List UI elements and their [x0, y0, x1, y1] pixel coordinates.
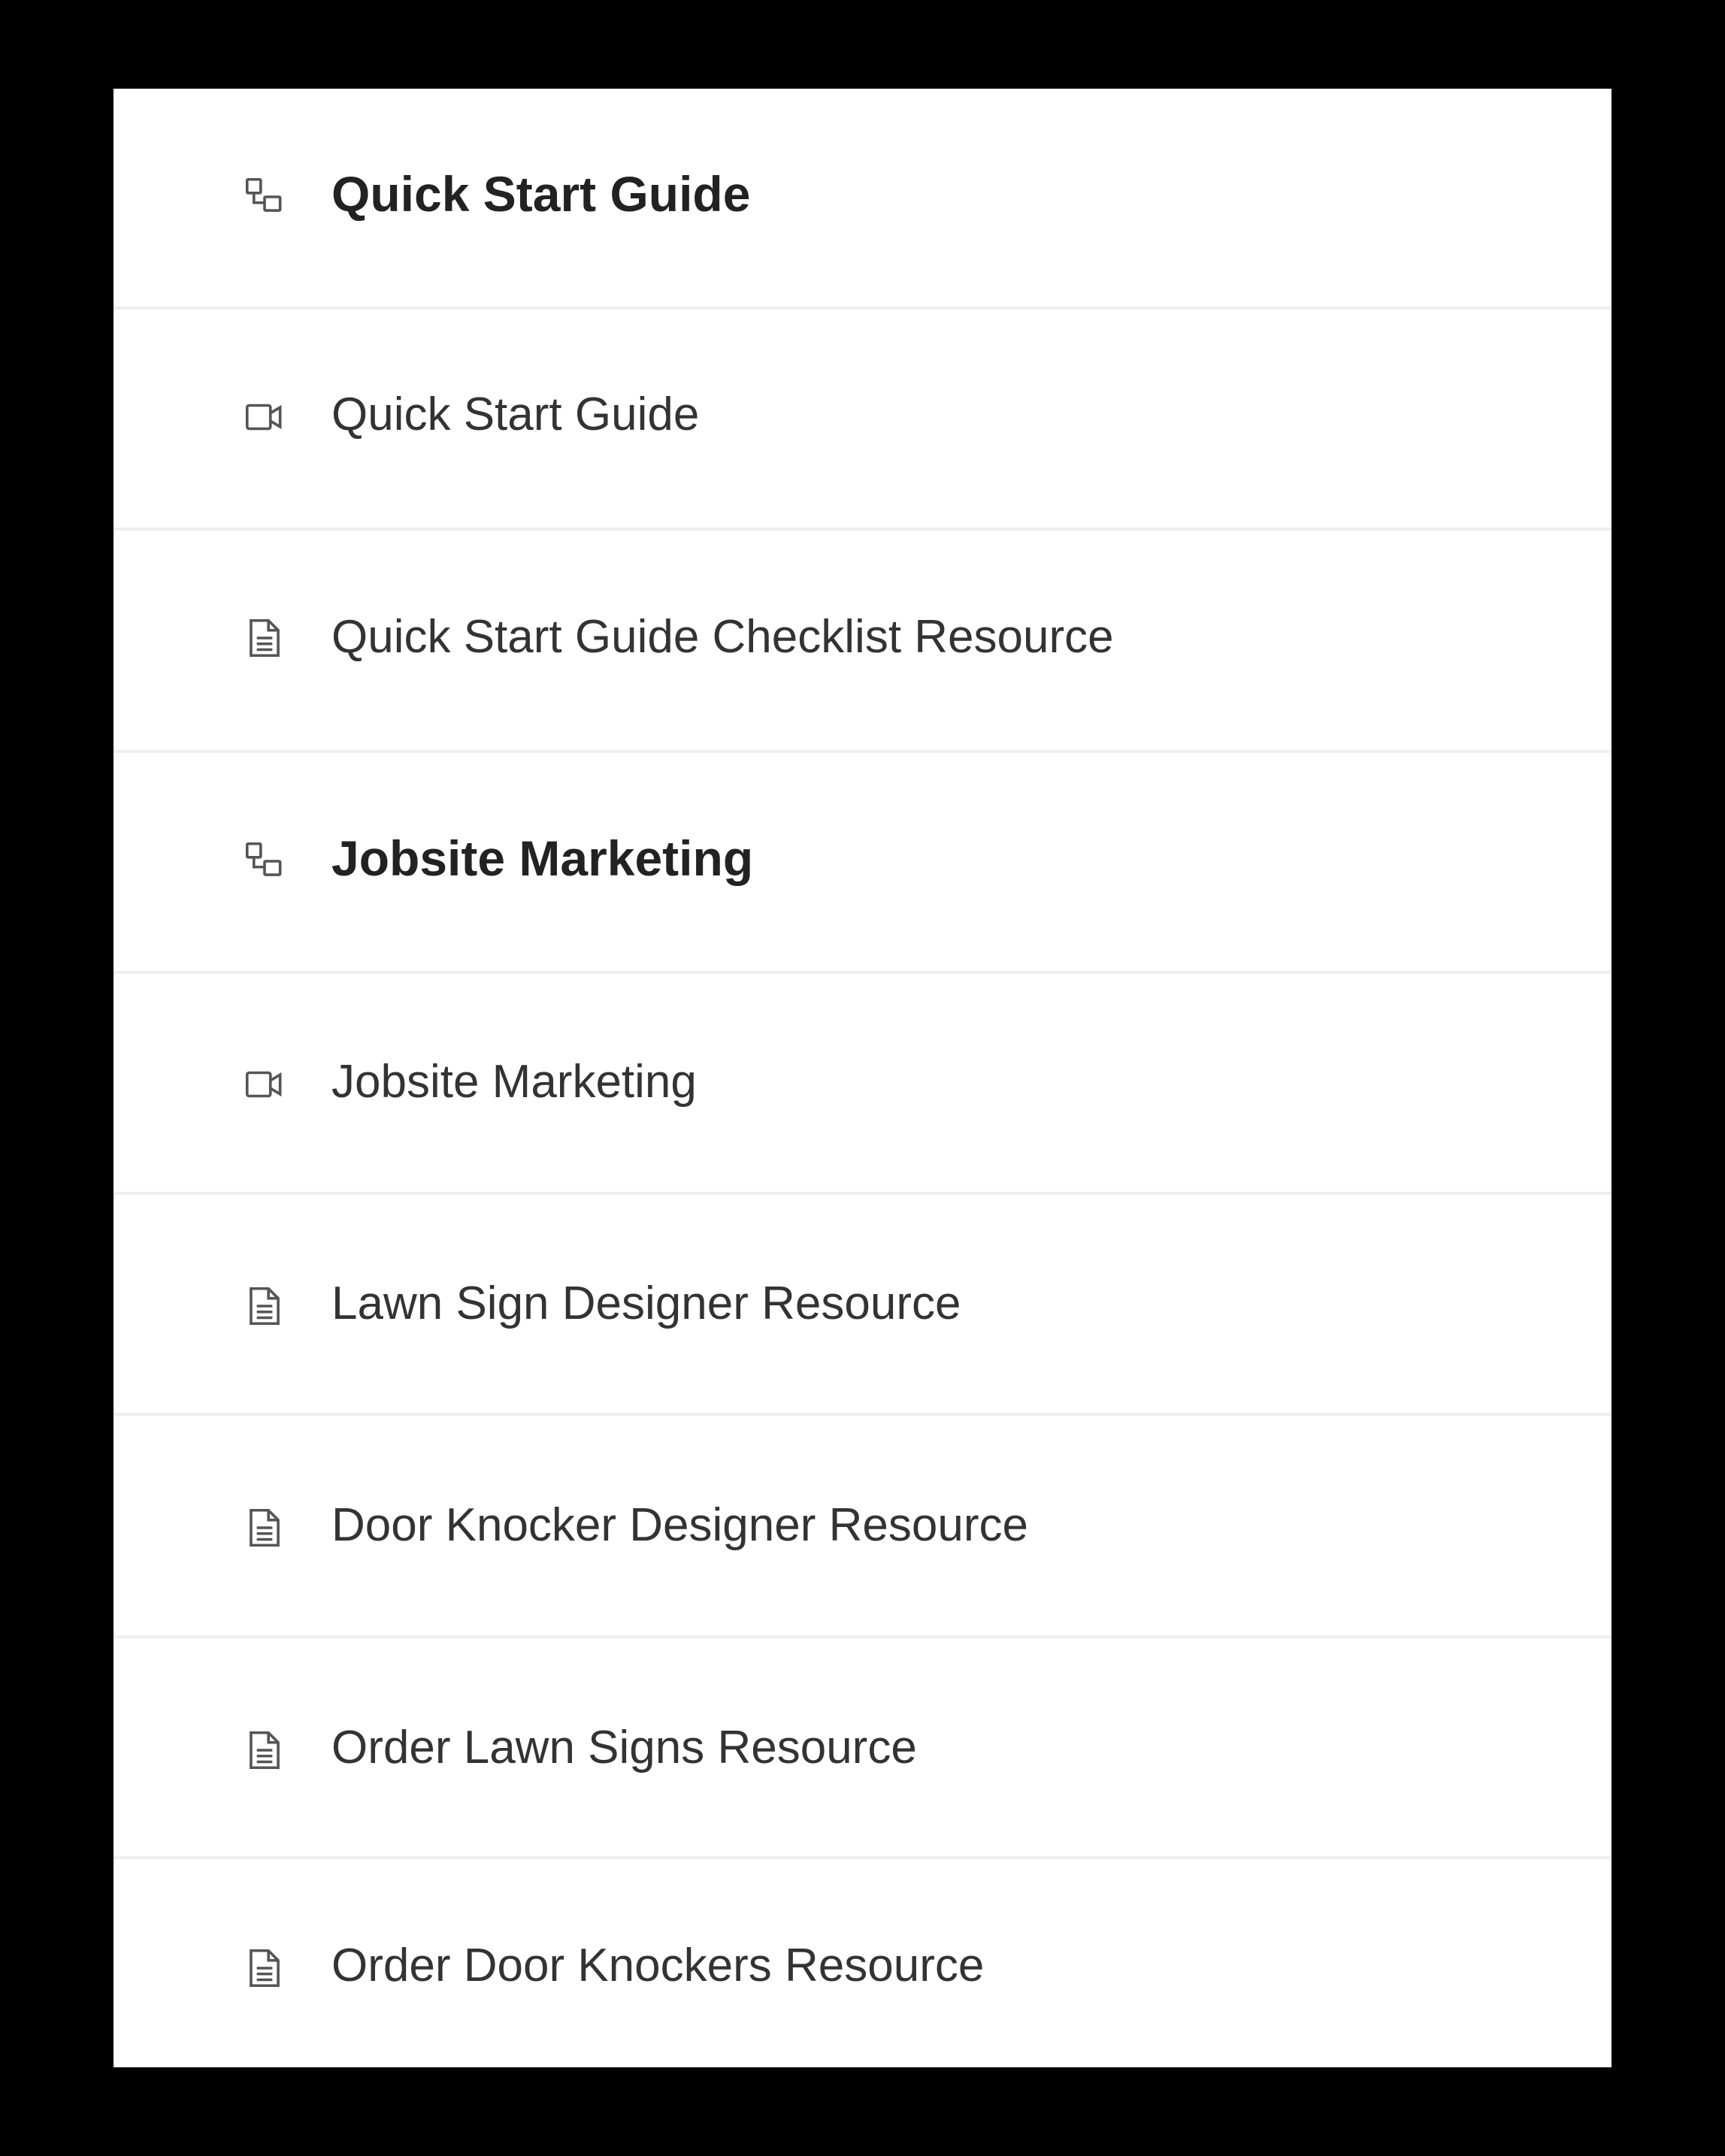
lesson-title: Order Door Knockers Resource: [331, 1940, 985, 1991]
lesson-title: Quick Start Guide Checklist Resource: [331, 611, 1114, 663]
curriculum-lesson-document[interactable]: Order Lawn Signs Resource: [113, 1638, 1612, 1859]
document-icon: [241, 1283, 288, 1329]
lesson-title: Door Knocker Designer Resource: [331, 1499, 1028, 1551]
curriculum-section-quick-start-guide[interactable]: Quick Start Guide: [113, 89, 1612, 310]
curriculum-lesson-video[interactable]: Jobsite Marketing: [113, 974, 1612, 1195]
curriculum-panel: Quick Start Guide Quick Start Guide Quic…: [113, 89, 1612, 2067]
curriculum-lesson-document[interactable]: Door Knocker Designer Resource: [113, 1417, 1612, 1638]
document-icon: [241, 1727, 288, 1773]
section-link-icon: [241, 174, 288, 220]
video-icon: [241, 394, 288, 440]
curriculum-lesson-document[interactable]: Quick Start Guide Checklist Resource: [113, 532, 1612, 753]
document-icon: [241, 1945, 288, 1991]
curriculum-section-jobsite-marketing[interactable]: Jobsite Marketing: [113, 753, 1612, 974]
video-icon: [241, 1061, 288, 1108]
lesson-title: Lawn Sign Designer Resource: [331, 1278, 961, 1329]
curriculum-lesson-document[interactable]: Lawn Sign Designer Resource: [113, 1195, 1612, 1416]
section-title: Quick Start Guide: [331, 166, 751, 222]
document-icon: [241, 1504, 288, 1551]
curriculum-lesson-document[interactable]: Order Door Knockers Resource: [113, 1861, 1612, 2067]
section-link-icon: [241, 838, 288, 884]
lesson-title: Jobsite Marketing: [331, 1056, 697, 1108]
document-icon: [241, 615, 288, 661]
lesson-title: Quick Start Guide: [331, 389, 700, 440]
section-title: Jobsite Marketing: [331, 830, 754, 886]
lesson-title: Order Lawn Signs Resource: [331, 1722, 917, 1773]
curriculum-lesson-video[interactable]: Quick Start Guide: [113, 310, 1612, 531]
